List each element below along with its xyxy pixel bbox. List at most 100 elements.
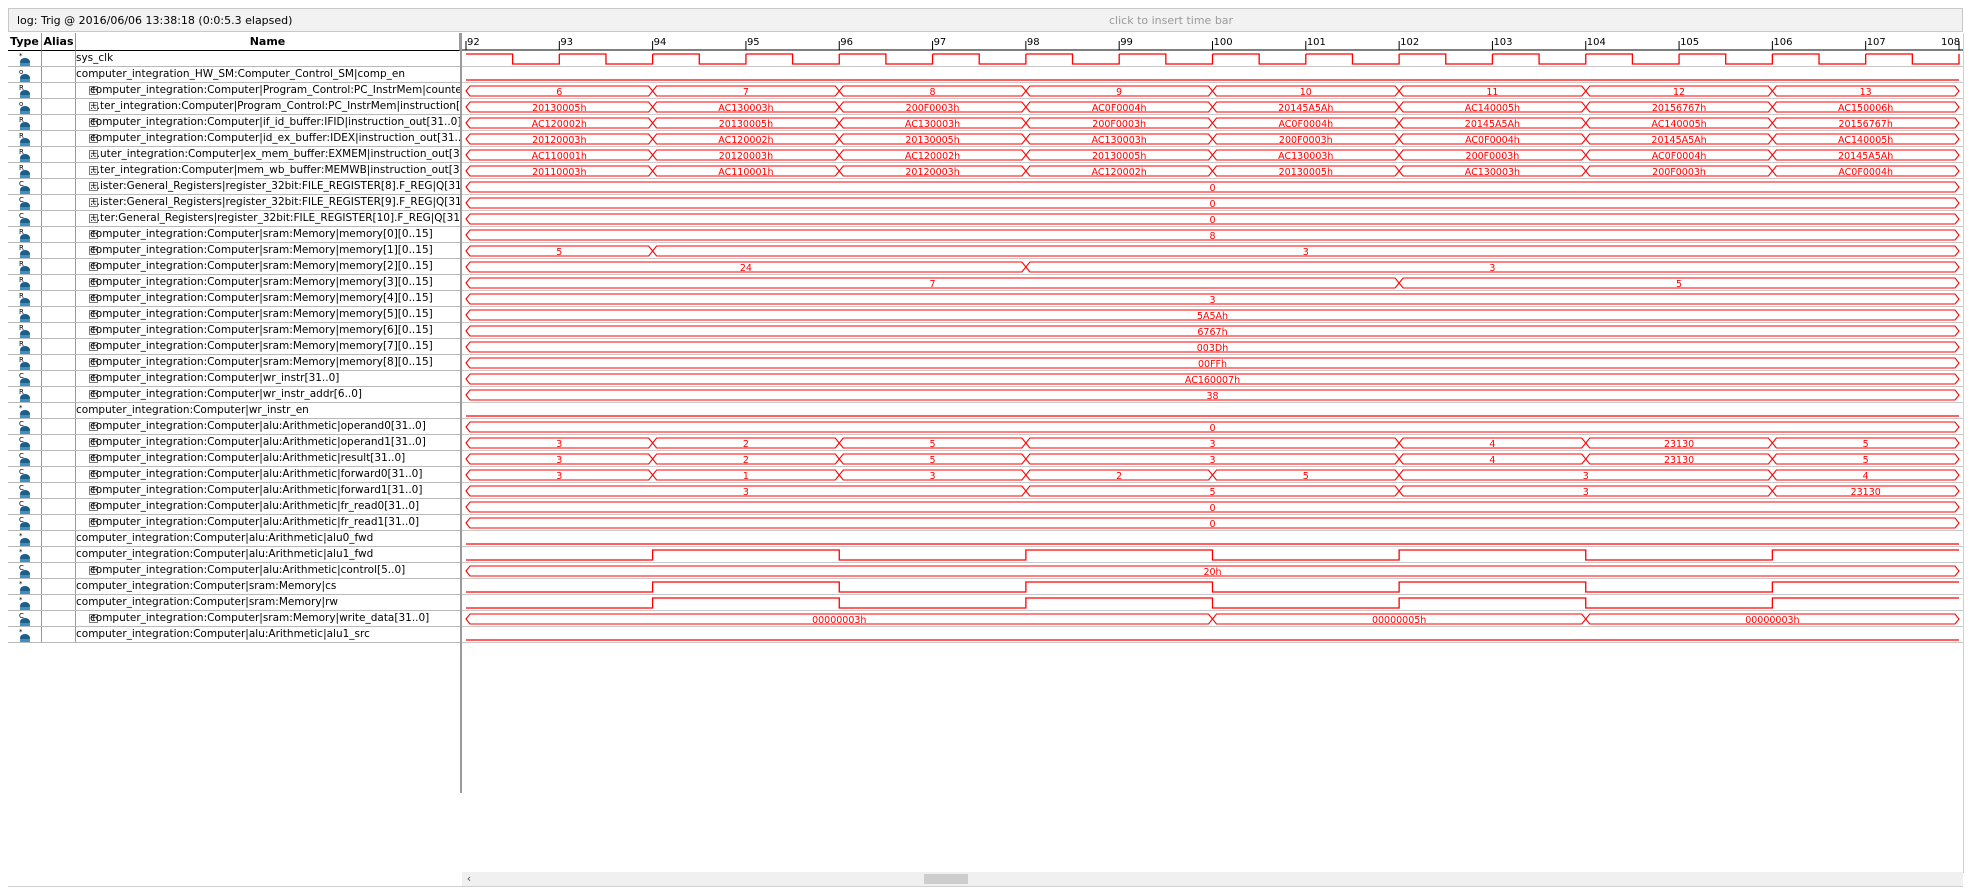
name-cell[interactable]: + ...uter_integration:Computer|ex_mem_buf…	[76, 147, 460, 162]
name-cell[interactable]: computer_integration:Computer|sram:Memor…	[76, 595, 460, 610]
alias-cell[interactable]	[42, 483, 76, 498]
scroll-left-icon[interactable]: ‹	[462, 872, 476, 886]
name-cell[interactable]: sys_clk	[76, 51, 460, 66]
alias-cell[interactable]	[42, 163, 76, 178]
signal-row[interactable]: R + computer_integration:Computer|sram:Mem…	[8, 307, 460, 323]
name-cell[interactable]: + ...ter:General_Registers|register_32bit…	[76, 211, 460, 226]
name-cell[interactable]: + ...ister:General_Registers|register_32b…	[76, 195, 460, 210]
alias-cell[interactable]	[42, 115, 76, 130]
signal-row[interactable]: C + computer_integration:Computer|wr_instr…	[8, 371, 460, 387]
signal-row[interactable]: C + computer_integration:Computer|alu:Arit…	[8, 483, 460, 499]
signal-row[interactable]: C + ...ister:General_Registers|register_32…	[8, 195, 460, 211]
signal-row[interactable]: R + ...ter_integration:Computer|mem_wb_buf…	[8, 163, 460, 179]
alias-cell[interactable]	[42, 211, 76, 226]
signal-row[interactable]: C + ...ister:General_Registers|register_32…	[8, 179, 460, 195]
alias-cell[interactable]	[42, 467, 76, 482]
signal-row[interactable]: o computer_integration_HW_SM:Computer_Con…	[8, 67, 460, 83]
signal-row[interactable]: R + computer_integration:Computer|sram:Mem…	[8, 323, 460, 339]
signal-row[interactable]: C + computer_integration:Computer|alu:Arit…	[8, 419, 460, 435]
alias-cell[interactable]	[42, 499, 76, 514]
alias-cell[interactable]	[42, 67, 76, 82]
name-cell[interactable]: + computer_integration:Computer|sram:Memo…	[76, 611, 460, 626]
name-cell[interactable]: + computer_integration:Computer|wr_instr[…	[76, 371, 460, 386]
alias-cell[interactable]	[42, 515, 76, 530]
name-cell[interactable]: + computer_integration:Computer|alu:Arith…	[76, 435, 460, 450]
name-cell[interactable]: + computer_integration:Computer|alu:Arith…	[76, 483, 460, 498]
name-cell[interactable]: + computer_integration:Computer|sram:Memo…	[76, 259, 460, 274]
column-header-name[interactable]: Name	[76, 33, 460, 51]
alias-cell[interactable]	[42, 323, 76, 338]
alias-cell[interactable]	[42, 227, 76, 242]
name-cell[interactable]: + computer_integration:Computer|sram:Memo…	[76, 323, 460, 338]
name-cell[interactable]: + computer_integration:Computer|id_ex_buf…	[76, 131, 460, 146]
alias-cell[interactable]	[42, 579, 76, 594]
alias-cell[interactable]	[42, 291, 76, 306]
signal-row[interactable]: R + computer_integration:Computer|sram:Mem…	[8, 339, 460, 355]
alias-cell[interactable]	[42, 131, 76, 146]
alias-cell[interactable]	[42, 83, 76, 98]
signal-row[interactable]: o + ...ter_integration:Computer|Program_Co…	[8, 99, 460, 115]
name-cell[interactable]: + computer_integration:Computer|sram:Memo…	[76, 291, 460, 306]
name-cell[interactable]: + computer_integration:Computer|alu:Arith…	[76, 563, 460, 578]
signal-row[interactable]: R + computer_integration:Computer|id_ex_bu…	[8, 131, 460, 147]
signal-row[interactable]: C + computer_integration:Computer|alu:Arit…	[8, 563, 460, 579]
signal-row[interactable]: R + computer_integration:Computer|sram:Mem…	[8, 275, 460, 291]
column-header-alias[interactable]: Alias	[42, 33, 76, 51]
name-cell[interactable]: computer_integration:Computer|alu:Arithm…	[76, 547, 460, 562]
name-cell[interactable]: computer_integration:Computer|alu:Arithm…	[76, 531, 460, 546]
alias-cell[interactable]	[42, 243, 76, 258]
name-cell[interactable]: + computer_integration:Computer|Program_C…	[76, 83, 460, 98]
alias-cell[interactable]	[42, 339, 76, 354]
signal-row[interactable]: C + ...ter:General_Registers|register_32bi…	[8, 211, 460, 227]
name-cell[interactable]: + computer_integration:Computer|alu:Arith…	[76, 515, 460, 530]
signal-row[interactable]: C + computer_integration:Computer|alu:Arit…	[8, 467, 460, 483]
name-cell[interactable]: + computer_integration:Computer|sram:Memo…	[76, 243, 460, 258]
name-cell[interactable]: + computer_integration:Computer|sram:Memo…	[76, 307, 460, 322]
alias-cell[interactable]	[42, 451, 76, 466]
signal-row[interactable]: R + computer_integration:Computer|sram:Mem…	[8, 243, 460, 259]
alias-cell[interactable]	[42, 531, 76, 546]
alias-cell[interactable]	[42, 355, 76, 370]
signal-row[interactable]: C + computer_integration:Computer|alu:Arit…	[8, 499, 460, 515]
signal-row[interactable]: R + computer_integration:Computer|sram:Mem…	[8, 259, 460, 275]
alias-cell[interactable]	[42, 275, 76, 290]
alias-cell[interactable]	[42, 387, 76, 402]
signal-row[interactable]: * computer_integration:Computer|alu:Arith…	[8, 627, 460, 643]
name-cell[interactable]: computer_integration:Computer|wr_instr_e…	[76, 403, 460, 418]
signal-row[interactable]: * computer_integration:Computer|alu:Arith…	[8, 547, 460, 563]
name-cell[interactable]: + ...ter_integration:Computer|Program_Con…	[76, 99, 460, 114]
column-header-type[interactable]: Type	[8, 33, 42, 51]
name-cell[interactable]: computer_integration:Computer|alu:Arithm…	[76, 627, 460, 642]
name-cell[interactable]: + computer_integration:Computer|alu:Arith…	[76, 419, 460, 434]
alias-cell[interactable]	[42, 627, 76, 642]
alias-cell[interactable]	[42, 307, 76, 322]
scrollbar-thumb[interactable]	[924, 874, 968, 884]
alias-cell[interactable]	[42, 435, 76, 450]
name-cell[interactable]: + ...ter_integration:Computer|mem_wb_buff…	[76, 163, 460, 178]
name-cell[interactable]: + computer_integration:Computer|alu:Arith…	[76, 451, 460, 466]
signal-row[interactable]: C + computer_integration:Computer|alu:Arit…	[8, 451, 460, 467]
signal-row[interactable]: * computer_integration:Computer|sram:Memo…	[8, 595, 460, 611]
alias-cell[interactable]	[42, 419, 76, 434]
signal-row[interactable]: R + computer_integration:Computer|Program_…	[8, 83, 460, 99]
signal-row[interactable]: R + computer_integration:Computer|sram:Mem…	[8, 355, 460, 371]
name-cell[interactable]: + computer_integration:Computer|alu:Arith…	[76, 499, 460, 514]
alias-cell[interactable]	[42, 563, 76, 578]
name-cell[interactable]: + computer_integration:Computer|sram:Memo…	[76, 275, 460, 290]
name-cell[interactable]: + ...ister:General_Registers|register_32b…	[76, 179, 460, 194]
alias-cell[interactable]	[42, 403, 76, 418]
waveform-panel[interactable]: 92 93 94 95 96 97 98 99 100 101 102 103 104 105 106 107…	[462, 33, 1963, 793]
name-cell[interactable]: + computer_integration:Computer|sram:Memo…	[76, 355, 460, 370]
name-cell[interactable]: computer_integration_HW_SM:Computer_Cont…	[76, 67, 460, 82]
waveform-canvas[interactable]: 92 93 94 95 96 97 98 99 100 101 102 103 104 105 106 107…	[462, 33, 1963, 793]
name-cell[interactable]: + computer_integration:Computer|sram:Memo…	[76, 339, 460, 354]
signal-row[interactable]: R + computer_integration:Computer|sram:Mem…	[8, 227, 460, 243]
insert-time-bar-hint[interactable]: click to insert time bar	[1109, 14, 1233, 27]
signal-row[interactable]: * computer_integration:Computer|alu:Arith…	[8, 531, 460, 547]
name-cell[interactable]: computer_integration:Computer|sram:Memor…	[76, 579, 460, 594]
alias-cell[interactable]	[42, 259, 76, 274]
alias-cell[interactable]	[42, 179, 76, 194]
signal-row[interactable]: R + computer_integration:Computer|wr_instr…	[8, 387, 460, 403]
name-cell[interactable]: + computer_integration:Computer|wr_instr_…	[76, 387, 460, 402]
horizontal-scrollbar[interactable]: ‹	[462, 872, 1963, 886]
